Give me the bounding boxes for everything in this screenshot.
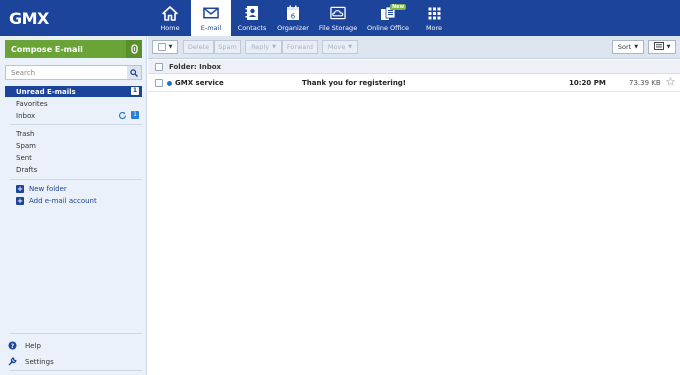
nav-contacts[interactable]: Contacts xyxy=(232,0,272,36)
reply-button[interactable]: Reply ▼ xyxy=(245,40,282,54)
help-link[interactable]: ? Help xyxy=(8,340,41,351)
grid-icon xyxy=(426,5,442,21)
plus-icon: + xyxy=(16,196,24,205)
home-icon xyxy=(162,5,178,21)
chevron-down-icon: ▼ xyxy=(634,44,639,50)
nav-label: Home xyxy=(160,24,180,32)
forward-label: Forward xyxy=(286,43,314,51)
link-label: Help xyxy=(25,341,41,350)
plus-icon: + xyxy=(16,184,24,193)
envelope-icon xyxy=(203,5,219,21)
nav-home[interactable]: Home xyxy=(150,0,190,36)
settings-link[interactable]: Settings xyxy=(8,356,54,367)
nav-more[interactable]: More xyxy=(414,0,454,36)
nav-label: More xyxy=(425,24,443,32)
message-time: 10:20 PM xyxy=(569,79,606,87)
main-nav: Home E-mail Contacts 6 Organizer File St… xyxy=(150,0,455,36)
folder-sent[interactable]: Sent xyxy=(5,152,142,163)
refresh-icon[interactable] xyxy=(118,111,127,122)
layout-icon xyxy=(653,42,664,52)
search-icon[interactable] xyxy=(127,66,141,79)
folder-favorites[interactable]: Favorites xyxy=(5,98,142,109)
contacts-icon xyxy=(244,5,260,21)
folder-checkbox[interactable] xyxy=(155,62,163,71)
delete-button[interactable]: Delete xyxy=(183,40,214,54)
chevron-down-icon: ▼ xyxy=(168,44,173,50)
folder-label: Drafts xyxy=(16,165,38,174)
folder-label: Trash xyxy=(16,129,35,138)
folder-unread-emails[interactable]: Unread E-mails 1 xyxy=(5,86,142,97)
attachment-icon[interactable] xyxy=(126,40,142,58)
message-sender: GMX service xyxy=(175,79,224,87)
nav-label: Organizer xyxy=(277,24,309,32)
help-icon: ? xyxy=(8,341,17,350)
cloud-icon xyxy=(330,5,346,21)
folder-header: Folder: Inbox xyxy=(148,60,680,74)
folder-trash[interactable]: Trash xyxy=(5,128,142,139)
reply-label: Reply xyxy=(251,43,270,51)
divider xyxy=(10,179,142,180)
search-input[interactable]: Search xyxy=(5,65,142,80)
nav-label: E-mail xyxy=(200,24,222,32)
select-all-dropdown[interactable]: ▼ xyxy=(152,40,178,54)
folder-label: Sent xyxy=(16,153,32,162)
wrench-icon xyxy=(8,357,17,366)
nav-label: Contacts xyxy=(237,24,267,32)
folder-label: Inbox xyxy=(16,111,36,120)
sort-label: Sort xyxy=(617,43,632,51)
chevron-down-icon: ▼ xyxy=(272,44,276,50)
inbox-count-badge: 1 xyxy=(131,111,139,119)
search-placeholder: Search xyxy=(11,68,36,77)
mail-toolbar: ▼ Delete Spam Reply ▼ Forward Move ▼ Sor… xyxy=(148,36,680,59)
calendar-icon: 6 xyxy=(285,5,301,21)
message-checkbox[interactable] xyxy=(155,79,163,87)
move-label: Move xyxy=(327,43,346,51)
unread-count-badge: 1 xyxy=(131,87,139,95)
top-navigation-bar: GMX Home E-mail Contacts 6 Organizer Fil… xyxy=(0,0,680,36)
link-label: New folder xyxy=(29,184,67,193)
add-email-account-link[interactable]: + Add e-mail account xyxy=(16,195,97,206)
message-row[interactable]: GMX service Thank you for registering! 1… xyxy=(148,75,680,92)
move-button[interactable]: Move ▼ xyxy=(322,40,358,54)
folder-label: Favorites xyxy=(16,99,48,108)
unread-dot-icon xyxy=(167,81,172,86)
sidebar: Compose E-mail Search Unread E-mails 1 F… xyxy=(0,36,147,375)
folder-label: Unread E-mails xyxy=(16,87,76,96)
compose-label: Compose E-mail xyxy=(11,44,83,54)
divider xyxy=(10,333,142,334)
gmx-logo[interactable]: GMX xyxy=(9,9,49,28)
nav-label: Online Office xyxy=(366,24,409,32)
message-size: 73.39 KB xyxy=(629,79,661,87)
nav-email[interactable]: E-mail xyxy=(191,0,231,36)
link-label: Add e-mail account xyxy=(29,196,97,205)
svg-text:?: ? xyxy=(11,343,15,350)
chevron-down-icon: ▼ xyxy=(348,44,353,50)
nav-online-office[interactable]: New Online Office xyxy=(363,0,413,36)
sort-button[interactable]: Sort ▼ xyxy=(612,40,644,54)
nav-file-storage[interactable]: File Storage xyxy=(314,0,362,36)
link-label: Settings xyxy=(25,357,54,366)
select-all-checkbox[interactable] xyxy=(157,43,166,51)
star-icon[interactable] xyxy=(665,76,676,88)
message-subject: Thank you for registering! xyxy=(302,79,407,87)
nav-label: File Storage xyxy=(318,24,358,32)
divider xyxy=(10,124,142,125)
compose-email-button[interactable]: Compose E-mail xyxy=(5,40,142,58)
folder-label: Spam xyxy=(16,141,36,150)
chevron-down-icon: ▼ xyxy=(666,44,671,50)
divider xyxy=(10,370,142,371)
folder-drafts[interactable]: Drafts xyxy=(5,164,142,175)
folder-inbox[interactable]: Inbox 1 xyxy=(5,110,142,121)
forward-button[interactable]: Forward xyxy=(282,40,318,54)
folder-spam[interactable]: Spam xyxy=(5,140,142,151)
view-layout-button[interactable]: ▼ xyxy=(648,40,676,54)
nav-organizer[interactable]: 6 Organizer xyxy=(273,0,313,36)
calendar-day: 6 xyxy=(291,13,296,21)
new-badge: New xyxy=(390,4,407,10)
folder-title: Folder: Inbox xyxy=(169,62,222,71)
new-folder-link[interactable]: + New folder xyxy=(16,183,67,194)
spam-label: Spam xyxy=(218,43,237,51)
delete-label: Delete xyxy=(187,43,210,51)
spam-button[interactable]: Spam xyxy=(214,40,241,54)
